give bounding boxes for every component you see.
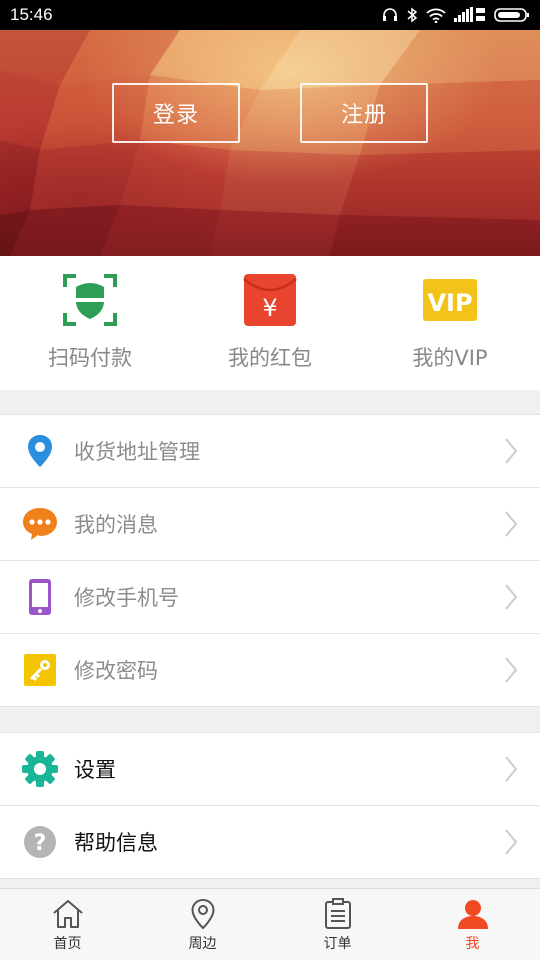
chevron-right-icon: [505, 511, 518, 537]
quick-vip[interactable]: VIP 我的VIP: [360, 256, 540, 390]
tab-me[interactable]: 我: [405, 889, 540, 960]
menu-item-address[interactable]: 收货地址管理: [0, 415, 540, 488]
gear-icon: [20, 749, 60, 789]
menu-item-settings[interactable]: 设置: [0, 733, 540, 806]
status-icons: [382, 7, 530, 23]
hero-banner: 登录 注册: [0, 30, 540, 256]
menu-item-messages[interactable]: 我的消息: [0, 488, 540, 561]
menu-item-help-label: 帮助信息: [74, 831, 158, 855]
help-icon: ?: [20, 822, 60, 862]
menu-item-settings-label: 设置: [74, 758, 116, 782]
menu-item-address-label: 收货地址管理: [74, 440, 200, 464]
register-button[interactable]: 注册: [300, 83, 428, 143]
menu-item-change-password[interactable]: 修改密码: [0, 634, 540, 707]
chevron-right-icon: [505, 829, 518, 855]
chevron-right-icon: [505, 584, 518, 610]
message-icon: [20, 504, 60, 544]
svg-text:¥: ¥: [262, 294, 277, 322]
quick-red-packet[interactable]: ¥ 我的红包: [180, 256, 360, 390]
key-icon: [20, 650, 60, 690]
home-icon: [51, 897, 85, 931]
wifi-icon: [426, 8, 446, 23]
quick-vip-label: 我的VIP: [412, 346, 488, 370]
red-packet-icon: ¥: [240, 270, 300, 330]
hero-poly-background: [0, 30, 540, 256]
menu-item-change-phone-label: 修改手机号: [74, 586, 179, 610]
tab-me-label: 我: [465, 936, 480, 952]
menu-item-messages-label: 我的消息: [74, 513, 158, 537]
quick-red-packet-label: 我的红包: [228, 346, 312, 370]
tab-home-label: 首页: [53, 936, 82, 952]
svg-text:?: ?: [34, 831, 47, 856]
mobile-phone-icon: [20, 577, 60, 617]
location-pin-icon: [20, 431, 60, 471]
signal-icon: [454, 7, 485, 22]
battery-icon: [494, 8, 529, 22]
quick-scan-pay-label: 扫码付款: [48, 346, 132, 370]
svg-text:VIP: VIP: [427, 289, 472, 317]
menu-item-change-phone[interactable]: 修改手机号: [0, 561, 540, 634]
user-icon: [456, 897, 490, 931]
menu-group-general: 设置 ? 帮助信息: [0, 732, 540, 879]
chevron-right-icon: [505, 657, 518, 683]
login-button[interactable]: 登录: [112, 83, 240, 143]
bluetooth-icon: [407, 7, 418, 23]
tab-home[interactable]: 首页: [0, 889, 135, 960]
scan-pay-icon: [60, 270, 120, 330]
menu-group-account: 收货地址管理 我的消息 修改手机号 修改密码: [0, 414, 540, 707]
menu-item-help[interactable]: ? 帮助信息: [0, 806, 540, 879]
bottom-tab-bar: 首页 周边 订单 我: [0, 888, 540, 960]
tab-orders-label: 订单: [323, 936, 352, 952]
quick-actions: 扫码付款 ¥ 我的红包 VIP 我的VIP: [0, 256, 540, 390]
menu-item-change-password-label: 修改密码: [74, 659, 158, 683]
order-clipboard-icon: [321, 897, 355, 931]
status-bar: 15:46: [0, 0, 540, 30]
location-pin-icon: [186, 897, 220, 931]
tab-orders[interactable]: 订单: [270, 889, 405, 960]
tab-nearby-label: 周边: [188, 936, 217, 952]
vip-icon: VIP: [420, 270, 480, 330]
headphones-icon: [383, 8, 397, 21]
tab-nearby[interactable]: 周边: [135, 889, 270, 960]
status-time: 15:46: [10, 5, 53, 24]
chevron-right-icon: [505, 756, 518, 782]
quick-scan-pay[interactable]: 扫码付款: [0, 256, 180, 390]
chevron-right-icon: [505, 438, 518, 464]
